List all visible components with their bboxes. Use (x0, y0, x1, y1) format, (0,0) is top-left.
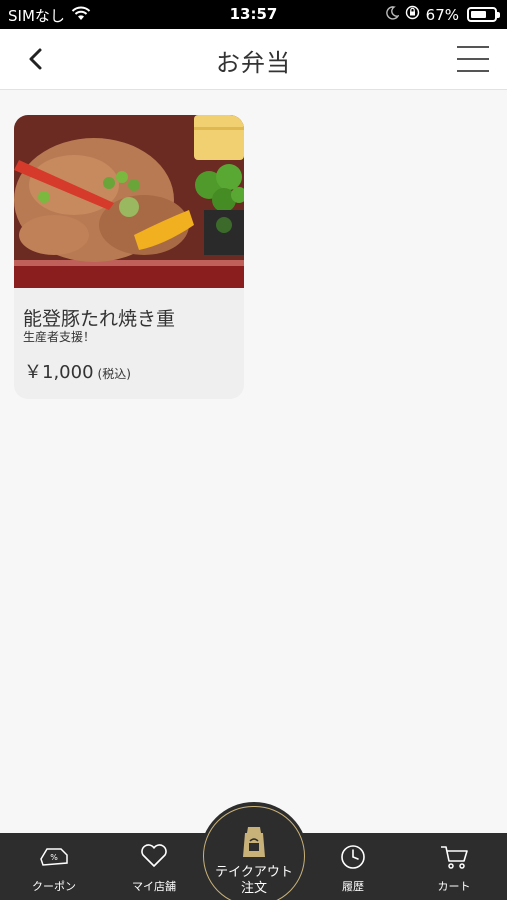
tab-cart[interactable]: カート (404, 833, 504, 900)
header: お弁当 (0, 29, 507, 90)
battery-icon (467, 7, 500, 22)
clock-icon (303, 843, 403, 871)
menu-line (457, 46, 489, 48)
takeout-bag-icon (204, 825, 304, 859)
menu-line (457, 70, 489, 72)
status-right: 67% (385, 5, 500, 24)
battery-percent: 67% (425, 5, 459, 24)
battery-fill (471, 11, 486, 18)
product-price-row: ￥1,000 (税込) (24, 358, 131, 384)
product-photo (14, 115, 244, 288)
cart-icon (404, 843, 504, 871)
tab-takeout-order[interactable]: テイクアウト 注文 (203, 806, 305, 900)
heart-icon (104, 843, 204, 871)
tab-my-store[interactable]: マイ店舗 (104, 833, 204, 900)
product-name: 能登豚たれ焼き重 (23, 308, 176, 330)
product-subtitle: 生産者支援！ (23, 330, 96, 344)
orientation-lock-icon (405, 5, 420, 24)
product-card[interactable]: 能登豚たれ焼き重 生産者支援！ ￥1,000 (税込) (14, 115, 244, 399)
hamburger-menu-icon[interactable] (457, 46, 489, 72)
svg-text:%: % (50, 853, 58, 862)
product-price: ￥1,000 (24, 362, 94, 383)
coupon-icon: % (4, 843, 104, 871)
tab-label: マイ店舗 (132, 880, 176, 893)
tab-label: 履歴 (342, 880, 364, 893)
tab-label: テイクアウト 注文 (215, 865, 293, 896)
tab-label: クーポン (32, 880, 76, 893)
status-bar: SIMなし 13:57 67% (0, 0, 507, 29)
page-title: お弁当 (216, 49, 291, 77)
moon-icon (385, 5, 400, 24)
menu-line (457, 58, 489, 60)
tab-label: カート (437, 880, 471, 893)
tab-coupon[interactable]: % クーポン (4, 833, 104, 900)
tab-history[interactable]: 履歴 (303, 833, 403, 900)
tax-note: (税込) (97, 367, 131, 381)
